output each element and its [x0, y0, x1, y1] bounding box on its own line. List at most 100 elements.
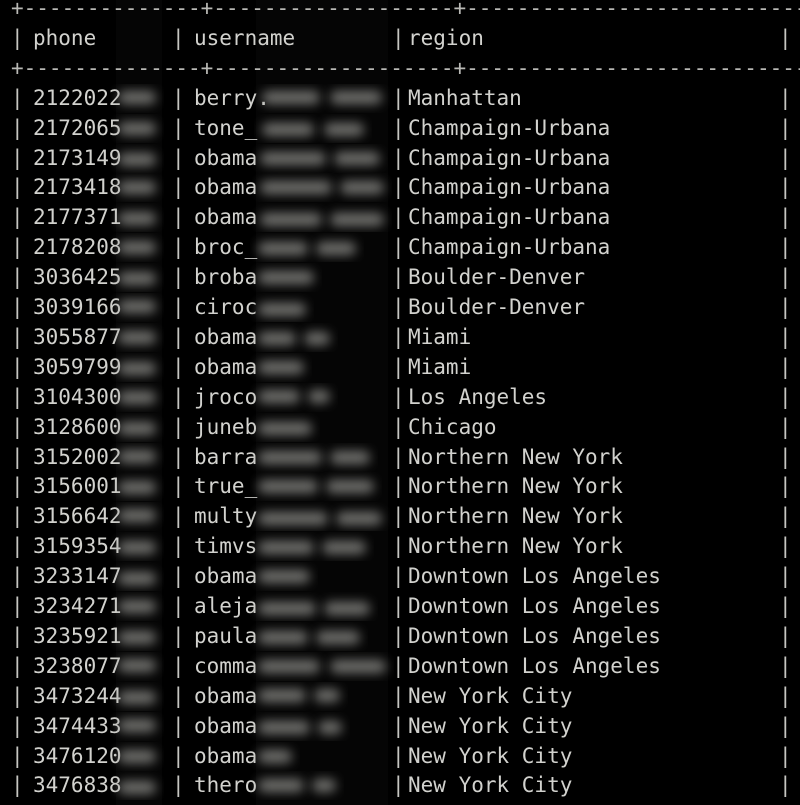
row-border-left: |: [11, 85, 24, 110]
row-border-left: |: [11, 175, 24, 200]
row-border-right: |: [779, 85, 792, 110]
row-separator-1: |: [172, 773, 185, 798]
row-separator-1: |: [172, 115, 185, 140]
cell-username: obama: [194, 145, 258, 170]
table-row: | 3474433 | obama | New York City |: [0, 712, 800, 742]
cell-username: berry.: [194, 85, 270, 110]
row-separator-1: |: [172, 354, 185, 379]
row-separator-2: |: [392, 474, 405, 499]
cell-phone: 3235921: [33, 623, 122, 648]
table-row: | 3476838 | thero | New York City |: [0, 771, 800, 801]
row-separator-2: |: [392, 235, 405, 260]
row-border-right: |: [779, 324, 792, 349]
row-separator-1: |: [172, 384, 185, 409]
cell-phone: 3152002: [33, 444, 122, 469]
row-separator-1: |: [172, 414, 185, 439]
row-separator-1: |: [172, 295, 185, 319]
row-separator-1: |: [172, 145, 185, 170]
row-border-right: |: [779, 773, 792, 798]
row-border-right: |: [779, 594, 792, 618]
row-separator-2: |: [392, 683, 405, 708]
row-separator-2: |: [392, 444, 405, 469]
cell-phone: 2178208: [33, 235, 122, 260]
cell-phone: 3039166: [33, 295, 122, 319]
cell-username: obama: [194, 683, 258, 708]
table-row: | 3059799 | obama | Miami |: [0, 353, 800, 383]
row-border-right: |: [779, 653, 792, 678]
cell-region: Boulder-Denver: [408, 265, 586, 290]
table-top-border: +--------------+-------------------+----…: [11, 0, 800, 20]
cell-username: ciroc: [194, 295, 258, 319]
cell-username: multy: [194, 504, 258, 529]
table-row: | 2173149 | obama | Champaign-Urbana |: [0, 144, 800, 174]
row-border-left: |: [11, 534, 24, 559]
table-row: | 3156001 | true_ | Northern New York |: [0, 472, 800, 502]
cell-username: aleja: [194, 594, 258, 618]
row-border-right: |: [779, 743, 792, 768]
row-separator-1: |: [172, 504, 185, 529]
column-header-username: username: [194, 25, 296, 50]
cell-username: obama: [194, 354, 258, 379]
row-separator-1: |: [172, 623, 185, 648]
row-border-right: |: [779, 564, 792, 589]
cell-region: Champaign-Urbana: [408, 235, 611, 260]
cell-region: Downtown Los Angeles: [408, 653, 661, 678]
row-separator-1: |: [172, 743, 185, 768]
row-border-left: |: [11, 295, 24, 319]
cell-username: jroco: [194, 384, 258, 409]
row-separator-1: |: [172, 175, 185, 200]
row-border-left: |: [11, 683, 24, 708]
row-separator-2: |: [392, 85, 405, 110]
row-border-left: |: [11, 235, 24, 260]
cell-region: Northern New York: [408, 534, 623, 559]
cell-phone: 3234271: [33, 594, 122, 618]
header-border-left: |: [11, 25, 24, 50]
cell-region: New York City: [408, 743, 573, 768]
row-separator-2: |: [392, 175, 405, 200]
row-border-left: |: [11, 354, 24, 379]
table-row: | 2173418 | obama | Champaign-Urbana |: [0, 173, 800, 203]
row-border-left: |: [11, 564, 24, 589]
row-border-right: |: [779, 683, 792, 708]
cell-phone: 3473244: [33, 683, 122, 708]
cell-region: Northern New York: [408, 444, 623, 469]
row-border-right: |: [779, 145, 792, 170]
cell-phone: 3238077: [33, 653, 122, 678]
table-row: | 3159354 | timvs | Northern New York |: [0, 532, 800, 562]
row-border-left: |: [11, 474, 24, 499]
cell-phone: 2177371: [33, 205, 122, 230]
row-separator-1: |: [172, 474, 185, 499]
terminal-window[interactable]: +--------------+-------------------+----…: [0, 0, 800, 805]
row-border-left: |: [11, 653, 24, 678]
row-separator-2: |: [392, 265, 405, 290]
row-border-left: |: [11, 414, 24, 439]
row-separator-2: |: [392, 594, 405, 618]
row-separator-1: |: [172, 235, 185, 260]
row-separator-1: |: [172, 265, 185, 290]
row-separator-2: |: [392, 504, 405, 529]
table-row: | 3055877 | obama | Miami |: [0, 323, 800, 353]
cell-region: Manhattan: [408, 85, 522, 110]
row-border-left: |: [11, 623, 24, 648]
cell-username: obama: [194, 564, 258, 589]
row-border-right: |: [779, 265, 792, 290]
table-row: | 2172065 | tone_ | Champaign-Urbana |: [0, 114, 800, 144]
cell-region: Miami: [408, 354, 472, 379]
cell-phone: 3104300: [33, 384, 122, 409]
header-border-right: |: [779, 25, 792, 50]
row-separator-2: |: [392, 414, 405, 439]
row-border-left: |: [11, 444, 24, 469]
table-row: | 3039166 | ciroc | Boulder-Denver |: [0, 293, 800, 323]
cell-region: Champaign-Urbana: [408, 175, 611, 200]
cell-phone: 3474433: [33, 713, 122, 738]
cell-region: New York City: [408, 773, 573, 798]
row-separator-1: |: [172, 564, 185, 589]
table-row: | 3156642 | multy | Northern New York |: [0, 502, 800, 532]
row-separator-2: |: [392, 115, 405, 140]
row-border-left: |: [11, 265, 24, 290]
row-separator-2: |: [392, 205, 405, 230]
cell-region: Downtown Los Angeles: [408, 594, 661, 618]
row-separator-2: |: [392, 354, 405, 379]
cell-phone: 2172065: [33, 115, 122, 140]
table-row: | 3104300 | jroco | Los Angeles |: [0, 383, 800, 413]
